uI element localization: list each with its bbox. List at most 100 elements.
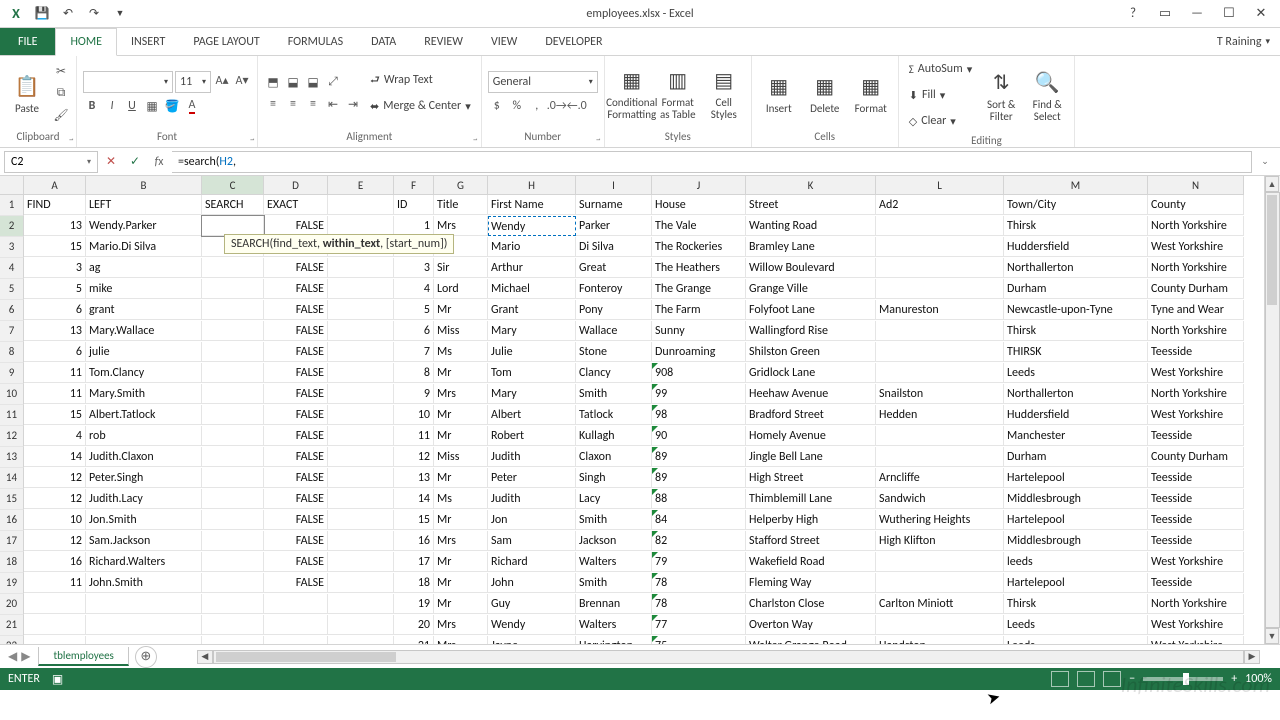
cell[interactable] — [328, 426, 394, 446]
clear-button[interactable]: ◇ Clear ▾ — [905, 110, 976, 132]
cell[interactable] — [328, 321, 394, 341]
scroll-left-icon[interactable]: ◀ — [197, 650, 213, 664]
cell[interactable] — [328, 384, 394, 404]
cell[interactable]: Willow Boulevard — [746, 258, 876, 278]
cell[interactable]: Mario.Di Silva — [86, 237, 202, 257]
indent-inc-icon[interactable]: ⇥ — [344, 95, 362, 113]
cell[interactable] — [328, 573, 394, 593]
cell[interactable]: Judith.Lacy — [86, 489, 202, 509]
header-cell[interactable]: EXACT — [264, 195, 328, 215]
cell[interactable]: 89 — [652, 468, 746, 488]
row-header[interactable]: 13 — [0, 447, 24, 468]
cell[interactable] — [202, 615, 264, 635]
cell[interactable] — [876, 216, 1004, 236]
header-cell[interactable] — [328, 195, 394, 215]
cell[interactable]: Mario — [488, 237, 576, 257]
cell[interactable]: The Farm — [652, 300, 746, 320]
bold-button[interactable]: B — [83, 97, 101, 115]
cell[interactable]: Teesside — [1148, 573, 1244, 593]
cell[interactable]: Northallerton — [1004, 258, 1148, 278]
row-header[interactable]: 15 — [0, 489, 24, 510]
cell[interactable]: Grange Ville — [746, 279, 876, 299]
tab-home[interactable]: HOME — [55, 28, 117, 56]
cell[interactable]: North Yorkshire — [1148, 321, 1244, 341]
cell[interactable]: Ms — [434, 342, 488, 362]
row-header[interactable]: 6 — [0, 300, 24, 321]
paste-button[interactable]: 📋Paste — [6, 60, 48, 126]
cell[interactable] — [86, 594, 202, 614]
cell[interactable]: Walter Grange Road — [746, 636, 876, 644]
scroll-right-icon[interactable]: ▶ — [1244, 650, 1260, 664]
autosum-button[interactable]: Σ AutoSum ▾ — [905, 58, 976, 80]
row-header[interactable]: 10 — [0, 384, 24, 405]
cell[interactable]: Charlston Close — [746, 594, 876, 614]
cell[interactable] — [202, 216, 264, 236]
cell[interactable]: High Klifton — [876, 531, 1004, 551]
currency-icon[interactable]: $ — [488, 97, 506, 115]
cell[interactable]: Wendy — [488, 615, 576, 635]
cell[interactable] — [202, 342, 264, 362]
cell[interactable]: West Yorkshire — [1148, 552, 1244, 572]
cell[interactable]: Mrs — [434, 531, 488, 551]
new-sheet-button[interactable]: ⊕ — [135, 646, 157, 668]
cell[interactable]: Thimblemill Lane — [746, 489, 876, 509]
cell[interactable] — [202, 300, 264, 320]
cell[interactable] — [86, 636, 202, 644]
column-header[interactable]: L — [876, 176, 1004, 195]
column-header[interactable]: B — [86, 176, 202, 195]
number-format-combo[interactable]: General▾ — [488, 71, 598, 93]
cell[interactable]: Jackson — [576, 531, 652, 551]
cell[interactable]: 12 — [24, 489, 86, 509]
insert-cells-button[interactable]: ▦Insert — [758, 60, 800, 126]
cell[interactable]: Helperby High — [746, 510, 876, 530]
row-header[interactable]: 20 — [0, 594, 24, 615]
enter-icon[interactable]: ✓ — [124, 151, 146, 173]
cell[interactable]: 12 — [24, 531, 86, 551]
cell[interactable]: 19 — [394, 594, 434, 614]
cell[interactable]: Judith.Claxon — [86, 447, 202, 467]
cell[interactable]: West Yorkshire — [1148, 405, 1244, 425]
cell[interactable] — [876, 447, 1004, 467]
cell[interactable]: Michael — [488, 279, 576, 299]
cell[interactable]: Grant — [488, 300, 576, 320]
align-middle-icon[interactable]: ⬓ — [284, 73, 302, 91]
vertical-scrollbar[interactable]: ▲ ▼ — [1264, 176, 1280, 644]
cell[interactable]: 11 — [24, 363, 86, 383]
column-header[interactable]: K — [746, 176, 876, 195]
cell[interactable] — [328, 552, 394, 572]
cell[interactable]: West Yorkshire — [1148, 237, 1244, 257]
cell[interactable]: Tyne and Wear — [1148, 300, 1244, 320]
header-cell[interactable]: First Name — [488, 195, 576, 215]
row-header[interactable]: 21 — [0, 615, 24, 636]
cell[interactable]: Middlesbrough — [1004, 489, 1148, 509]
copy-icon[interactable]: ⧉ — [52, 84, 70, 102]
dec-decimal-icon[interactable]: ←.0 — [568, 97, 586, 115]
cell-styles-button[interactable]: ▤Cell Styles — [703, 60, 745, 126]
cell[interactable]: North Yorkshire — [1148, 384, 1244, 404]
fx-icon[interactable]: fx — [148, 151, 170, 173]
cell[interactable] — [328, 279, 394, 299]
cell[interactable]: Miss — [434, 447, 488, 467]
cell[interactable]: ag — [86, 258, 202, 278]
cell[interactable]: 3 — [24, 258, 86, 278]
cell[interactable]: Mr — [434, 552, 488, 572]
cell[interactable]: 12 — [24, 468, 86, 488]
cell[interactable]: Teesside — [1148, 531, 1244, 551]
cell[interactable] — [24, 594, 86, 614]
cell[interactable]: FALSE — [264, 552, 328, 572]
cell[interactable] — [876, 321, 1004, 341]
cell[interactable]: 10 — [24, 510, 86, 530]
cell[interactable]: 15 — [24, 405, 86, 425]
cell[interactable]: Peter.Singh — [86, 468, 202, 488]
cell[interactable] — [876, 237, 1004, 257]
cell[interactable] — [876, 363, 1004, 383]
cell[interactable]: Dunroaming — [652, 342, 746, 362]
cell[interactable] — [202, 531, 264, 551]
tab-file[interactable]: FILE — [0, 28, 55, 55]
cell[interactable]: FALSE — [264, 279, 328, 299]
row-header[interactable]: 3 — [0, 237, 24, 258]
align-center-icon[interactable]: ≡ — [284, 95, 302, 113]
cell[interactable]: Clancy — [576, 363, 652, 383]
cell[interactable]: 18 — [394, 573, 434, 593]
cell[interactable]: The Vale — [652, 216, 746, 236]
